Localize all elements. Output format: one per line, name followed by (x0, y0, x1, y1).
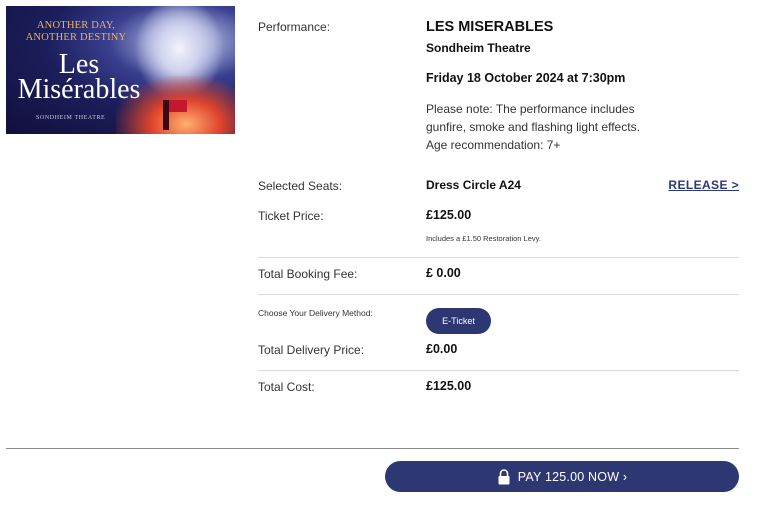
poster-flag (169, 100, 187, 112)
release-seats-link[interactable]: RELEASE > (668, 178, 739, 192)
delivery-price-label: Total Delivery Price: (258, 343, 365, 357)
poster-tagline-line-1: ANOTHER DAY, (36, 20, 116, 31)
booking-fee-value: £ 0.00 (426, 266, 461, 280)
poster-tagline-line-2: ANOTHER DESTINY (25, 32, 127, 43)
venue-name: Sondheim Theatre (426, 41, 531, 55)
selected-seats-value: Dress Circle A24 (426, 178, 521, 192)
lock-icon (497, 468, 511, 485)
pay-now-button[interactable]: PAY 125.00 NOW › (385, 461, 739, 492)
ticket-price-label: Ticket Price: (258, 209, 324, 223)
poster-theatre: SONDHEIM THEATRE (36, 115, 106, 121)
performance-label: Performance: (258, 20, 331, 34)
show-title: LES MISERABLES (426, 19, 554, 35)
eticket-button[interactable]: E-Ticket (426, 308, 491, 334)
performance-note: Please note: The performance includes gu… (426, 102, 640, 152)
poster-tagline: ANOTHER DAY, ANOTHER DESTINY (16, 20, 136, 44)
divider (258, 294, 739, 295)
total-cost-label: Total Cost: (258, 380, 315, 394)
show-poster: ANOTHER DAY, ANOTHER DESTINY Les Misérab… (6, 6, 235, 134)
performance-date: Friday 18 October 2024 at 7:30pm (426, 71, 626, 85)
delivery-method-label: Choose Your Delivery Method: (258, 308, 373, 318)
poster-title-line-2: Misérables (17, 74, 141, 105)
divider (6, 448, 739, 449)
divider (258, 370, 739, 371)
ticket-price-value: £125.00 (426, 208, 472, 222)
selected-seats-label: Selected Seats: (258, 179, 343, 193)
pay-now-label: PAY 125.00 NOW › (517, 469, 628, 484)
divider (258, 257, 739, 258)
poster-title: Les Misérables (14, 51, 144, 105)
delivery-price-value: £0.00 (426, 342, 458, 356)
restoration-levy-note: Includes a £1.50 Restoration Levy. (426, 234, 541, 243)
total-cost-value: £125.00 (426, 379, 472, 393)
booking-fee-label: Total Booking Fee: (258, 267, 358, 281)
